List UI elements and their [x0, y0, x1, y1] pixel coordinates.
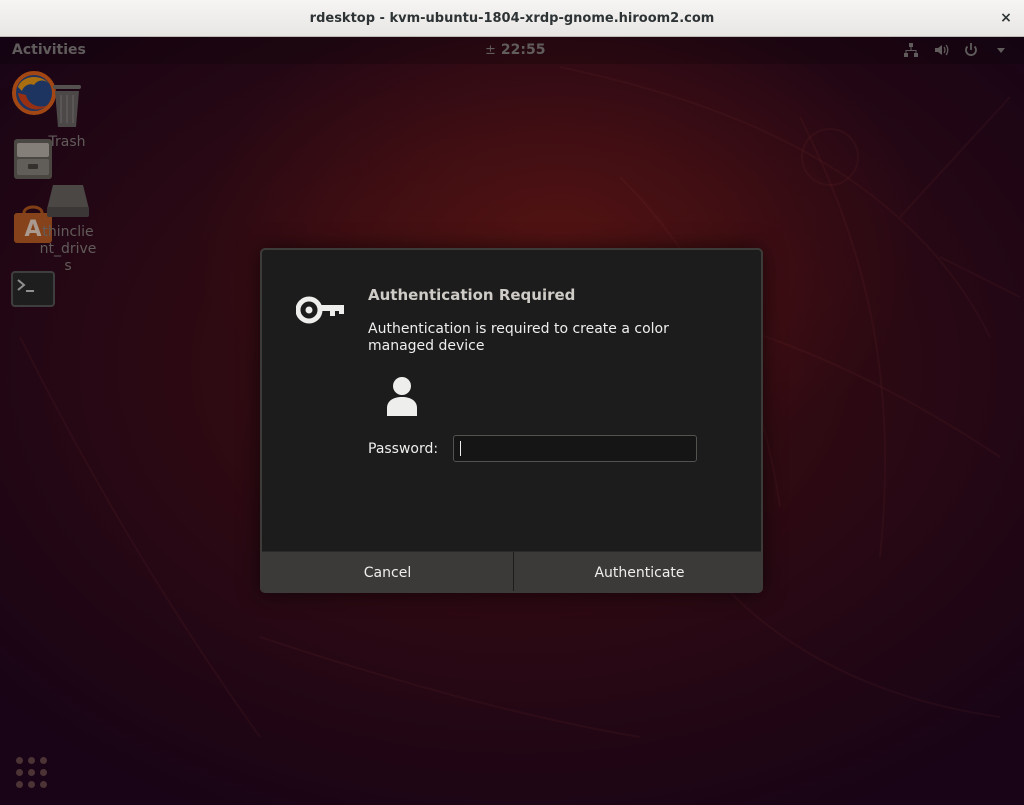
user-avatar-icon [387, 377, 417, 416]
authentication-dialog: Authentication Required Authentication i… [260, 248, 763, 593]
password-input[interactable] [453, 435, 697, 462]
dialog-button-row: Cancel Authenticate [262, 551, 761, 591]
authenticate-button[interactable]: Authenticate [514, 552, 761, 591]
window-title: rdesktop - kvm-ubuntu-1804-xrdp-gnome.hi… [309, 10, 715, 26]
window-close-button[interactable]: × [994, 6, 1018, 30]
dialog-description: Authentication is required to create a c… [368, 321, 669, 354]
password-label: Password: [368, 441, 439, 457]
window-titlebar: rdesktop - kvm-ubuntu-1804-xrdp-gnome.hi… [0, 0, 1024, 37]
dialog-title: Authentication Required [368, 286, 576, 304]
text-cursor [460, 441, 461, 456]
cancel-button[interactable]: Cancel [262, 552, 514, 591]
remote-desktop: Activities ± 22:55 A Trash thinclient_dr… [0, 37, 1024, 805]
key-icon [296, 296, 344, 324]
